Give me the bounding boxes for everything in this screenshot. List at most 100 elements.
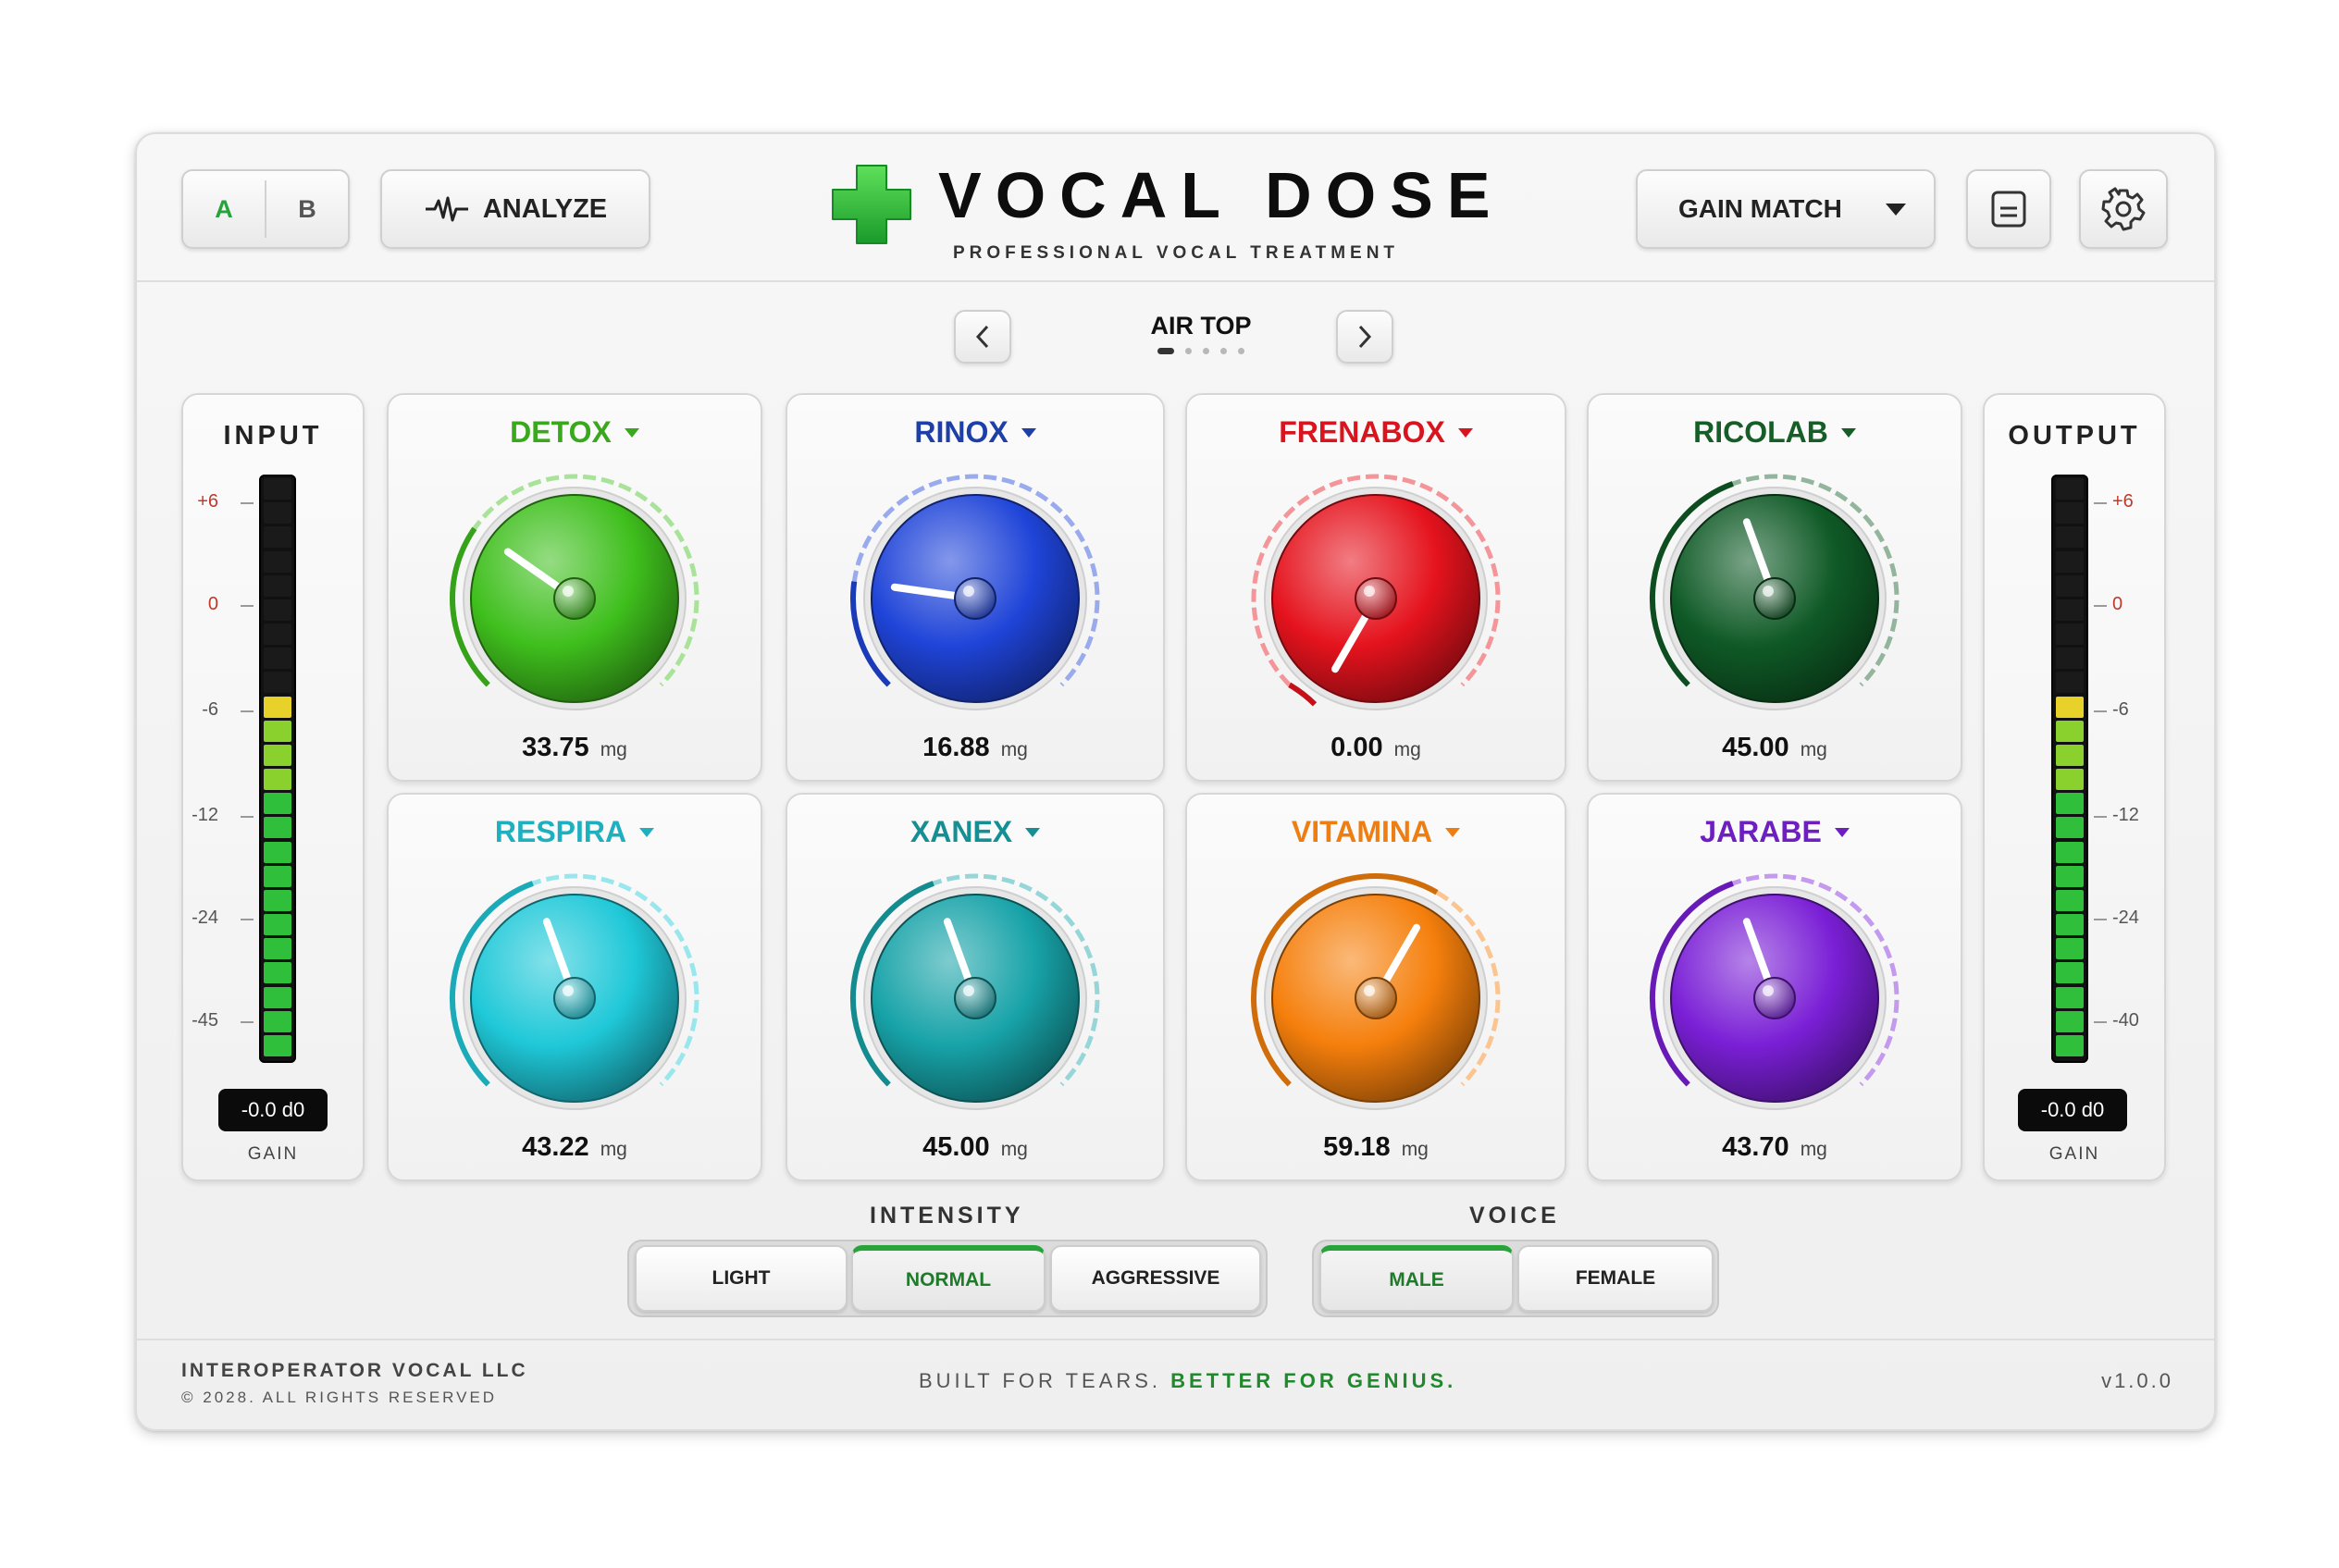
gear-icon (2101, 187, 2146, 231)
meter-segment (264, 769, 291, 791)
knob-menu-rinox[interactable]: RINOX (787, 415, 1163, 450)
knob-menu-vitamina[interactable]: VITAMINA (1187, 815, 1565, 849)
intensity-aggressive-button[interactable]: AGGRESSIVE (1050, 1245, 1261, 1312)
chevron-down-icon (1886, 203, 1906, 216)
knob-rinox[interactable] (846, 469, 1105, 728)
input-title: INPUT (223, 421, 323, 451)
knob-panel-vitamina: VITAMINA 59.18 mg (1185, 793, 1566, 1181)
preset-dot[interactable] (1238, 348, 1244, 354)
meter-segment (2056, 478, 2084, 500)
voice-label: VOICE (1469, 1203, 1560, 1228)
knob-frenabox[interactable] (1246, 469, 1505, 728)
meter-scale-label: -24 (192, 907, 218, 928)
preset-name: AIR TOP (1150, 312, 1252, 340)
output-meter-panel: OUTPUT +6 0 -6 -12 -24 -40 -0.0 d0 GAIN (1983, 393, 2166, 1181)
input-gain-label: GAIN (247, 1144, 299, 1164)
knob-value-unit: mg (1800, 1139, 1827, 1160)
intensity-normal-button[interactable]: NORMAL (851, 1245, 1046, 1312)
knob-center-cap (1753, 577, 1796, 620)
caret-down-icon (1021, 427, 1036, 438)
knob-vitamina[interactable] (1246, 869, 1505, 1128)
meter-segment (264, 574, 291, 597)
meter-scale-label: -45 (192, 1010, 218, 1031)
meter-segment (2056, 696, 2084, 718)
knob-ricolab[interactable] (1645, 469, 1904, 728)
next-preset-button[interactable] (1336, 310, 1393, 364)
knob-value-detox: 33.75 mg (389, 733, 761, 763)
knob-value-number: 43.70 (1722, 1132, 1789, 1162)
knob-name-respira: RESPIRA (494, 815, 627, 848)
app-title: VOCAL DOSE (938, 159, 1504, 231)
meter-scale-label: -12 (192, 805, 218, 825)
preset-list-button[interactable] (1966, 169, 2051, 249)
meter-segment (264, 720, 291, 742)
knob-jarabe[interactable] (1645, 869, 1904, 1128)
caret-down-icon (1445, 827, 1461, 837)
meter-segment (2056, 720, 2084, 742)
preset-a-button[interactable]: A (183, 195, 265, 224)
knob-respira[interactable] (445, 869, 704, 1128)
preset-pager-dots (1113, 348, 1289, 354)
meter-segment (264, 599, 291, 621)
meter-segment (2056, 526, 2084, 549)
knob-value-number: 0.00 (1330, 733, 1383, 762)
meter-segment (264, 623, 291, 646)
voice-female-button[interactable]: FEMALE (1517, 1245, 1714, 1312)
meter-scale-label: -6 (2112, 699, 2129, 720)
meter-segment (264, 986, 291, 1008)
meter-segment (2056, 672, 2084, 694)
knob-value-rinox: 16.88 mg (787, 733, 1163, 763)
knob-value-jarabe: 43.70 mg (1589, 1132, 1961, 1163)
meter-segment (2056, 1034, 2084, 1056)
preset-dot[interactable] (1203, 348, 1209, 354)
prev-preset-button[interactable] (954, 310, 1011, 364)
output-title: OUTPUT (2008, 421, 2141, 451)
meter-segment (264, 938, 291, 960)
knob-value-unit: mg (600, 739, 627, 760)
output-level-meter (2051, 475, 2088, 1063)
meter-segment (264, 550, 291, 573)
voice-male-button[interactable]: MALE (1319, 1245, 1514, 1312)
knob-center-cap (553, 977, 596, 1019)
output-gain-readout[interactable]: -0.0 d0 (2018, 1089, 2127, 1131)
meter-scale-label: -12 (2112, 805, 2139, 825)
intensity-label: INTENSITY (870, 1203, 1024, 1228)
meter-scale-tick (2094, 710, 2107, 712)
meter-scale-label: +6 (197, 491, 218, 512)
knob-name-frenabox: FRENABOX (1279, 415, 1445, 449)
knob-menu-ricolab[interactable]: RICOLAB (1589, 415, 1961, 450)
caret-down-icon (1457, 427, 1473, 438)
intensity-light-button[interactable]: LIGHT (635, 1245, 848, 1312)
meter-segment (264, 914, 291, 936)
gain-match-dropdown[interactable]: GAIN MATCH (1636, 169, 1936, 249)
analyze-button[interactable]: ANALYZE (380, 169, 650, 249)
caret-down-icon (1025, 827, 1041, 837)
preset-b-button[interactable]: B (266, 195, 348, 224)
meter-segment (264, 744, 291, 766)
meter-scale-tick (2094, 605, 2107, 607)
knob-detox[interactable] (445, 469, 704, 728)
knob-value-vitamina: 59.18 mg (1187, 1132, 1565, 1163)
input-gain-readout[interactable]: -0.0 d0 (218, 1089, 328, 1131)
plugin-window: A B ANALYZE VOCAL DOSE PROFESSIONAL VOCA… (135, 132, 2216, 1431)
knob-menu-respira[interactable]: RESPIRA (389, 815, 761, 849)
knob-value-number: 59.18 (1323, 1132, 1391, 1162)
preset-dot[interactable] (1220, 348, 1227, 354)
knob-xanex[interactable] (846, 869, 1105, 1128)
knob-menu-detox[interactable]: DETOX (389, 415, 761, 450)
knob-menu-xanex[interactable]: XANEX (787, 815, 1163, 849)
preset-dot[interactable] (1185, 348, 1192, 354)
knob-value-unit: mg (1000, 1139, 1028, 1160)
settings-button[interactable] (2079, 169, 2168, 249)
meter-segment (2056, 502, 2084, 525)
knob-menu-jarabe[interactable]: JARABE (1589, 815, 1961, 849)
meter-scale-tick (241, 919, 254, 920)
voice-selector: MALE FEMALE (1312, 1240, 1719, 1317)
knob-center-cap (954, 577, 996, 620)
knob-center-cap (954, 977, 996, 1019)
meter-scale-tick (2094, 502, 2107, 504)
knob-menu-frenabox[interactable]: FRENABOX (1187, 415, 1565, 450)
footer-divider (137, 1339, 2214, 1340)
preset-dot[interactable] (1157, 348, 1174, 354)
knob-value-unit: mg (600, 1139, 627, 1160)
